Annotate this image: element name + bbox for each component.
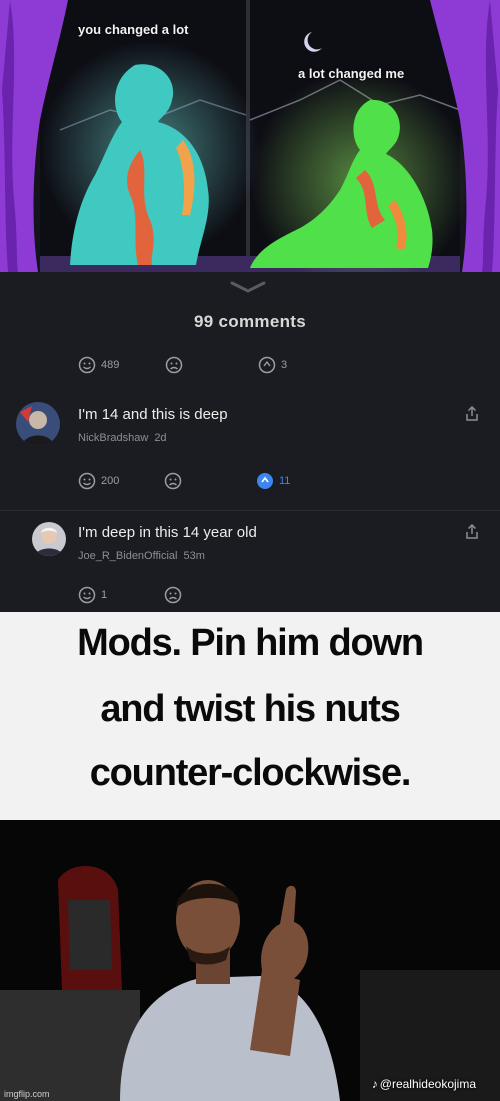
comment-divider (0, 510, 500, 511)
post-dislike-button[interactable] (165, 356, 183, 374)
video-still (0, 820, 500, 1101)
caption-line-3: counter-clockwise. (89, 752, 412, 794)
comment-item: I'm 14 and this is deep NickBradshaw 2d 2… (16, 402, 486, 502)
post-like-button[interactable]: 489 (78, 356, 119, 374)
post-like-count: 489 (101, 359, 120, 371)
comment-like-button[interactable]: 200 (78, 472, 119, 490)
frown-icon (164, 472, 182, 490)
comment-time: 2d (154, 432, 167, 444)
comment-item: I'm deep in this 14 year old Joe_R_Biden… (16, 520, 486, 612)
art-caption-right: a lot changed me (298, 66, 405, 81)
comment-dislike-button[interactable] (164, 586, 182, 604)
chevron-down-icon[interactable] (228, 280, 268, 294)
comment-text: I'm deep in this 14 year old (78, 524, 257, 541)
smiley-icon (78, 472, 96, 490)
caption-line-1: Mods. Pin him down (77, 622, 424, 664)
frown-icon (165, 356, 183, 374)
comment-dislike-button[interactable] (164, 472, 182, 490)
post-reply-count: 3 (281, 359, 288, 371)
avatar[interactable] (32, 522, 66, 556)
comment-reply-count: 11 (279, 475, 291, 487)
comment-text: I'm 14 and this is deep (78, 406, 228, 423)
tiktok-watermark: ♪ @realhideokojima (372, 1077, 476, 1091)
tiktok-icon: ♪ (371, 1077, 378, 1091)
smiley-icon (78, 356, 96, 374)
meme-caption: Mods. Pin him down and twist his nuts co… (0, 612, 500, 820)
comment-like-count: 200 (101, 475, 120, 487)
comment-time: 53m (183, 550, 205, 562)
artwork-illustration (0, 0, 500, 272)
art-caption-left: you changed a lot (78, 22, 189, 37)
smiley-icon (78, 586, 96, 604)
frown-icon (164, 586, 182, 604)
tiktok-handle-text: @realhideokojima (379, 1077, 476, 1091)
comment-like-button[interactable]: 1 (78, 586, 107, 604)
artwork-image: you changed a lot a lot changed me (0, 0, 500, 272)
imgflip-watermark: imgflip.com (4, 1089, 50, 1099)
comments-sheet: 99 comments 489 3 I'm 14 and this is dee… (0, 272, 500, 612)
comment-reply-button[interactable]: 11 (256, 472, 290, 490)
comment-author[interactable]: NickBradshaw (78, 432, 148, 444)
comment-meta: Joe_R_BidenOfficial 53m (78, 550, 205, 562)
reply-icon (258, 356, 276, 374)
comment-meta: NickBradshaw 2d (78, 432, 167, 444)
comment-author[interactable]: Joe_R_BidenOfficial (78, 550, 177, 562)
share-icon[interactable] (464, 406, 480, 422)
post-reply-button[interactable]: 3 (258, 356, 287, 374)
share-icon[interactable] (464, 524, 480, 540)
caption-line-2: and twist his nuts (100, 688, 401, 730)
comments-count-title: 99 comments (194, 312, 306, 331)
avatar[interactable] (16, 402, 60, 446)
comment-like-count: 1 (101, 589, 108, 601)
reply-icon (257, 473, 273, 489)
video-frame: ♪ @realhideokojima imgflip.com (0, 820, 500, 1101)
